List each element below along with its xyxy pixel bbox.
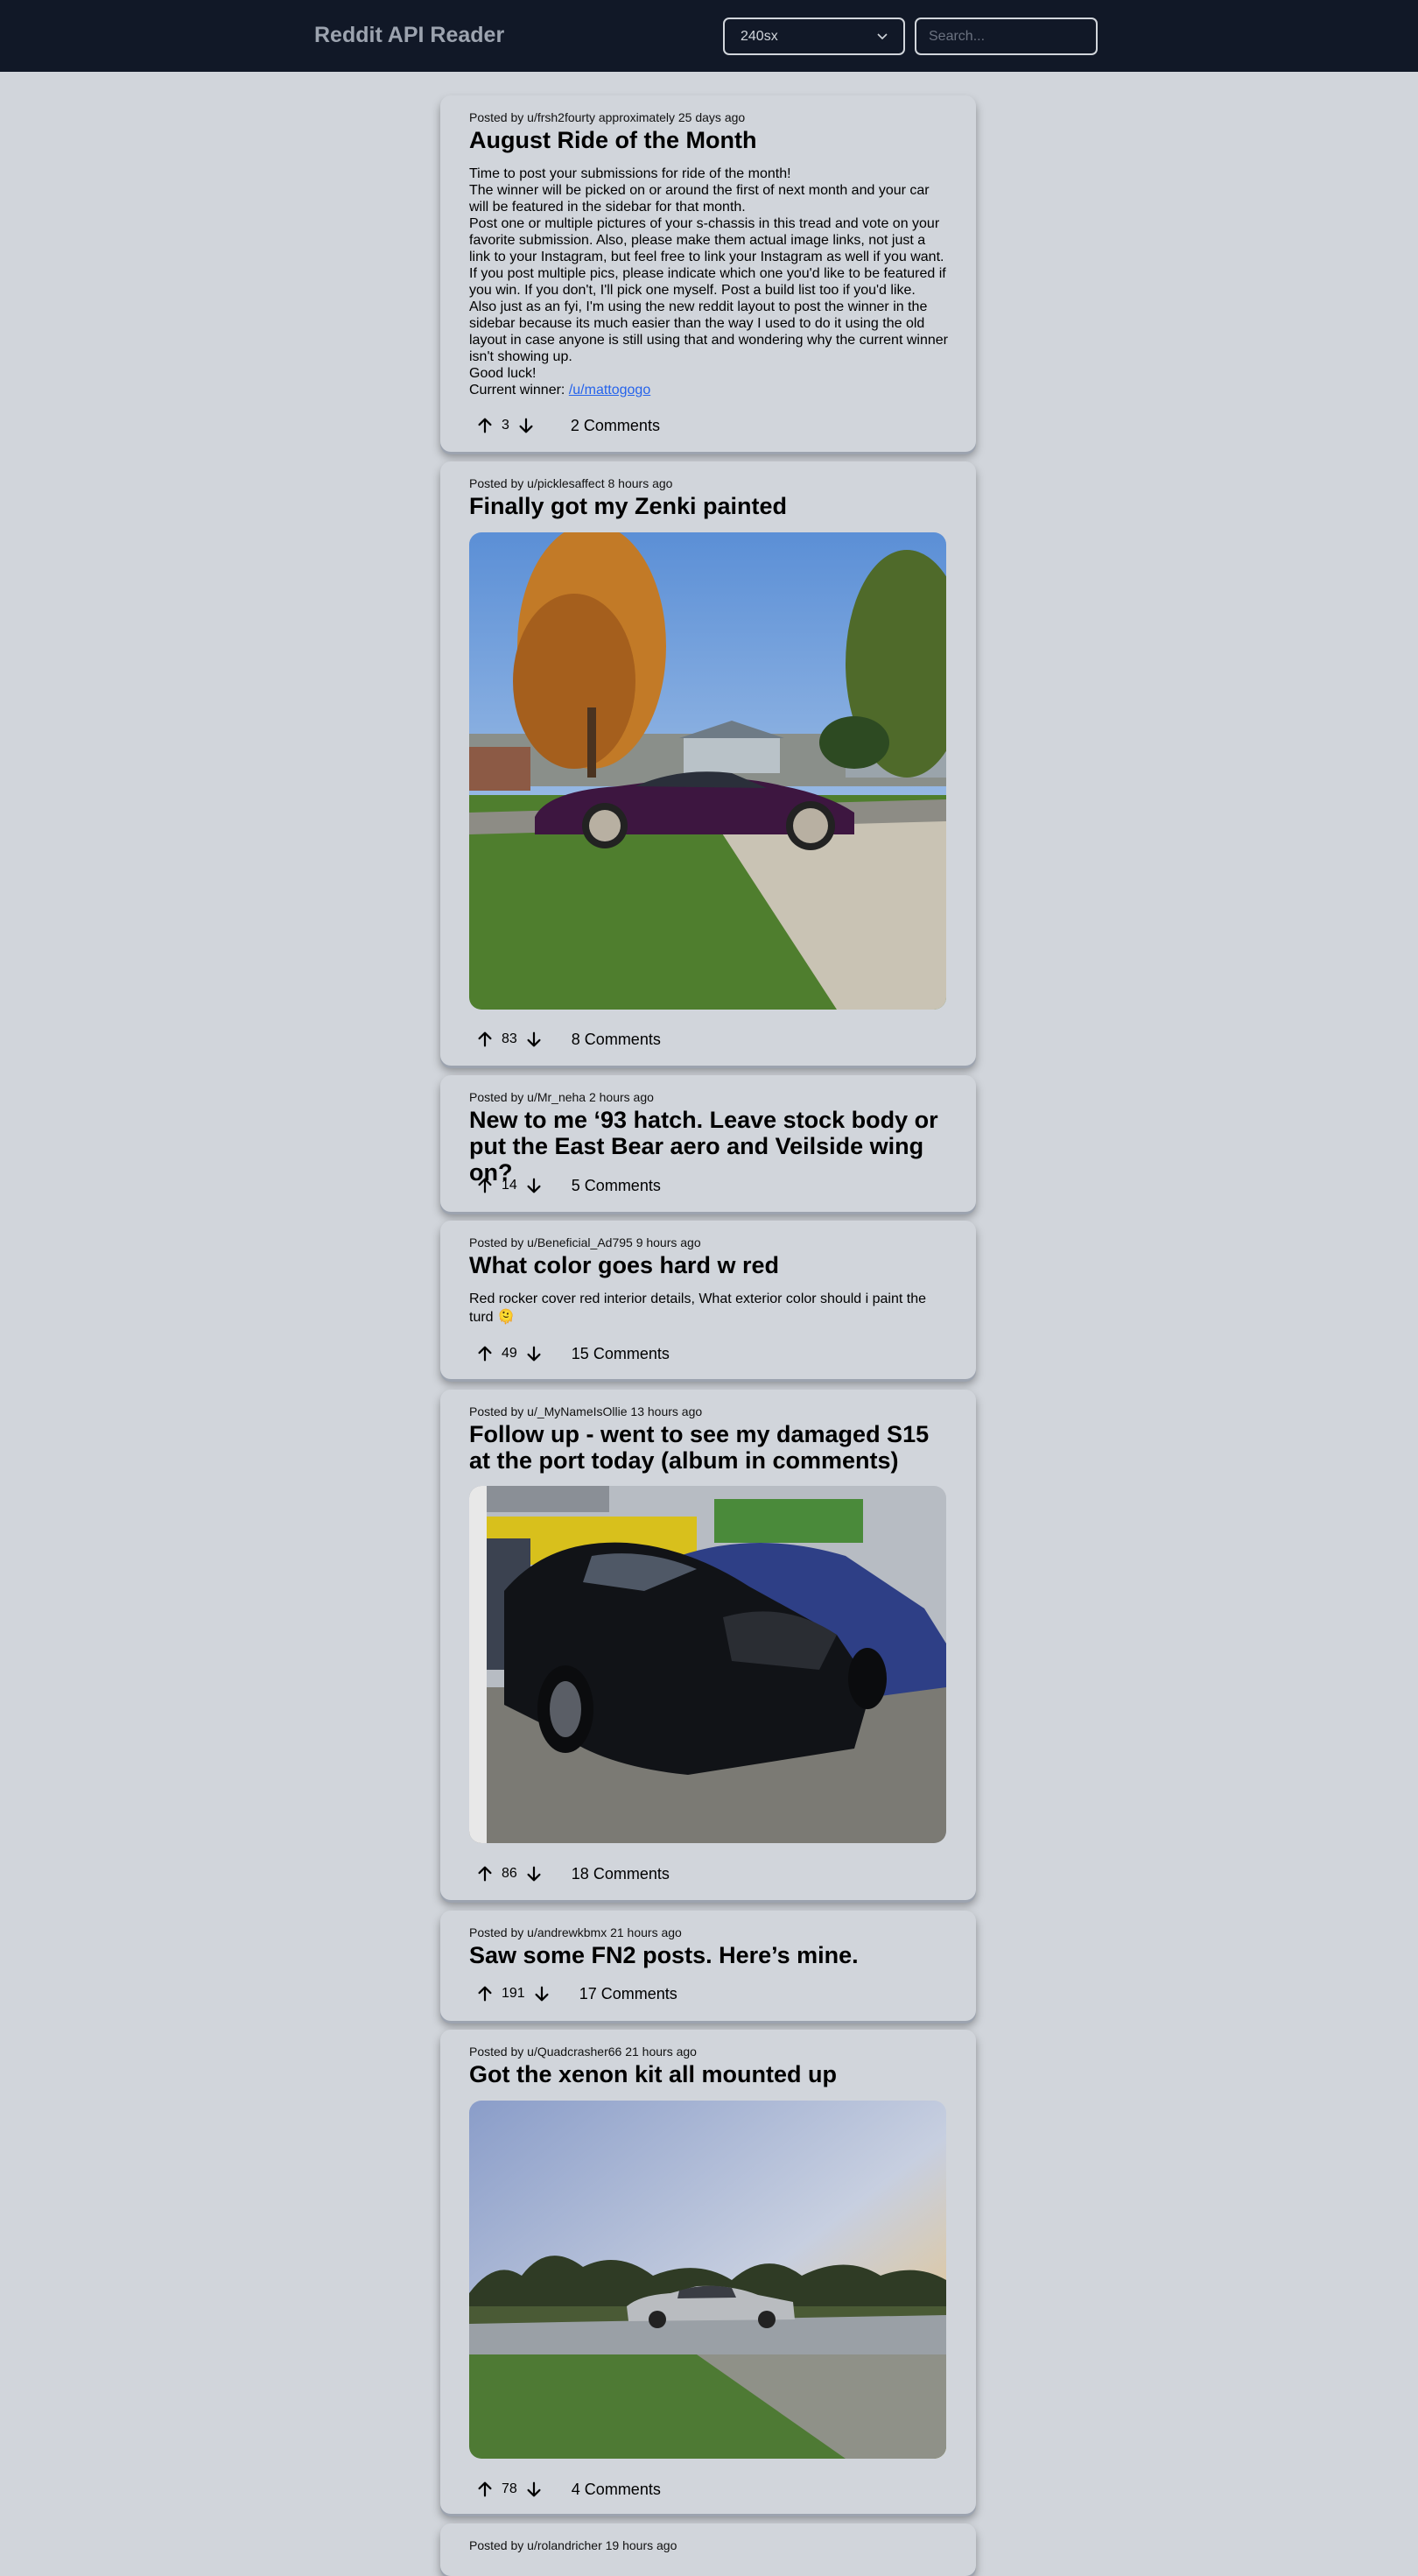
post-card: Posted by u/Mr_neha 2 hours ago New to m…	[440, 1075, 976, 1212]
post-meta: Posted by u/picklesaffect 8 hours ago	[469, 476, 673, 490]
post-meta: Posted by u/Mr_neha 2 hours ago	[469, 1090, 654, 1104]
post-card: Posted by u/Quadcrasher66 21 hours ago G…	[440, 2030, 976, 2514]
upvote-icon[interactable]	[475, 416, 495, 435]
post-score: 83	[502, 1031, 517, 1046]
post-actions: 78 4 Comments	[475, 2478, 661, 2501]
upvote-icon[interactable]	[475, 1176, 495, 1195]
subreddit-select-value: 240sx	[741, 28, 778, 44]
post-card: Posted by u/andrewkbmx 21 hours ago Saw …	[440, 1911, 976, 2021]
comments-link[interactable]: 15 Comments	[572, 1345, 670, 1363]
post-score: 14	[502, 1178, 517, 1193]
post-card: Posted by u/picklesaffect 8 hours ago Fi…	[440, 461, 976, 1066]
post-meta: Posted by u/Beneficial_Ad795 9 hours ago	[469, 1235, 701, 1249]
chevron-down-icon	[877, 32, 888, 39]
comments-link[interactable]: 4 Comments	[572, 2481, 661, 2499]
upvote-icon[interactable]	[475, 1344, 495, 1363]
post-actions: 191 17 Comments	[475, 1982, 677, 2005]
post-title[interactable]: August Ride of the Month	[469, 127, 951, 153]
downvote-icon[interactable]	[532, 1984, 551, 2003]
downvote-icon[interactable]	[516, 416, 536, 435]
post-title[interactable]: Finally got my Zenki painted	[469, 493, 951, 519]
post-actions: 86 18 Comments	[475, 1862, 670, 1885]
post-title[interactable]: Got the xenon kit all mounted up	[469, 2061, 951, 2087]
subreddit-select[interactable]: 240sx	[723, 18, 905, 55]
post-image[interactable]	[469, 1486, 946, 1843]
comments-link[interactable]: 17 Comments	[579, 1985, 677, 2003]
winner-label: Current winner:	[469, 383, 569, 398]
top-navbar: Reddit API Reader 240sx	[0, 0, 1418, 72]
search-input[interactable]	[915, 18, 1098, 55]
comments-link[interactable]: 2 Comments	[571, 417, 660, 435]
upvote-icon[interactable]	[475, 1864, 495, 1883]
upvote-icon[interactable]	[475, 1984, 495, 2003]
post-image[interactable]	[469, 532, 946, 1010]
post-score: 3	[502, 418, 509, 433]
downvote-icon[interactable]	[524, 1030, 544, 1049]
silver-car-sunset-photo	[469, 2101, 946, 2459]
post-card: Posted by u/rolandricher 19 hours ago	[440, 2523, 976, 2576]
post-card: Posted by u/_MyNameIsOllie 13 hours ago …	[440, 1390, 976, 1900]
comments-link[interactable]: 18 Comments	[572, 1865, 670, 1883]
post-body-paragraph: Also just as an fyi, I'm using the new r…	[469, 299, 948, 364]
downvote-icon[interactable]	[524, 1344, 544, 1363]
post-body-paragraph: The winner will be picked on or around t…	[469, 183, 930, 215]
post-actions: 49 15 Comments	[475, 1342, 670, 1365]
post-actions: 83 8 Comments	[475, 1028, 661, 1051]
post-body-paragraph: Time to post your submissions for ride o…	[469, 166, 791, 181]
post-actions: 14 5 Comments	[475, 1174, 661, 1197]
upvote-icon[interactable]	[475, 1030, 495, 1049]
post-body-paragraph: If you post multiple pics, please indica…	[469, 266, 946, 298]
post-body: Time to post your submissions for ride o…	[469, 165, 949, 398]
post-title[interactable]: Follow up - went to see my damaged S15 a…	[469, 1421, 951, 1474]
post-actions: 3 2 Comments	[475, 414, 660, 437]
app-title: Reddit API Reader	[314, 23, 505, 47]
post-title[interactable]: Saw some FN2 posts. Here’s mine.	[469, 1942, 951, 1968]
post-meta: Posted by u/Quadcrasher66 21 hours ago	[469, 2045, 697, 2059]
downvote-icon[interactable]	[524, 1176, 544, 1195]
damaged-car-photo	[469, 1486, 946, 1843]
post-meta: Posted by u/rolandricher 19 hours ago	[469, 2538, 677, 2552]
post-title[interactable]: What color goes hard w red	[469, 1252, 951, 1278]
post-body-paragraph: Post one or multiple pictures of your s-…	[469, 216, 944, 264]
post-score: 191	[502, 1986, 525, 2001]
post-image[interactable]	[469, 2101, 946, 2459]
winner-line: Current winner: /u/mattogogo	[469, 382, 949, 398]
downvote-icon[interactable]	[524, 1864, 544, 1883]
post-score: 49	[502, 1346, 517, 1361]
winner-user-link[interactable]: /u/mattogogo	[569, 383, 650, 398]
post-meta: Posted by u/frsh2fourty approximately 25…	[469, 110, 746, 124]
post-body-paragraph: Good luck!	[469, 366, 537, 381]
post-card: Posted by u/Beneficial_Ad795 9 hours ago…	[440, 1221, 976, 1379]
post-score: 78	[502, 2481, 517, 2496]
post-meta: Posted by u/andrewkbmx 21 hours ago	[469, 1925, 682, 1939]
comments-link[interactable]: 5 Comments	[572, 1177, 661, 1195]
post-body: Red rocker cover red interior details, W…	[469, 1292, 927, 1325]
downvote-icon[interactable]	[524, 2480, 544, 2499]
post-meta: Posted by u/_MyNameIsOllie 13 hours ago	[469, 1404, 703, 1418]
post-card: Posted by u/frsh2fourty approximately 25…	[440, 95, 976, 452]
comments-link[interactable]: 8 Comments	[572, 1031, 661, 1049]
purple-car-photo	[469, 532, 946, 1010]
upvote-icon[interactable]	[475, 2480, 495, 2499]
post-score: 86	[502, 1866, 517, 1881]
